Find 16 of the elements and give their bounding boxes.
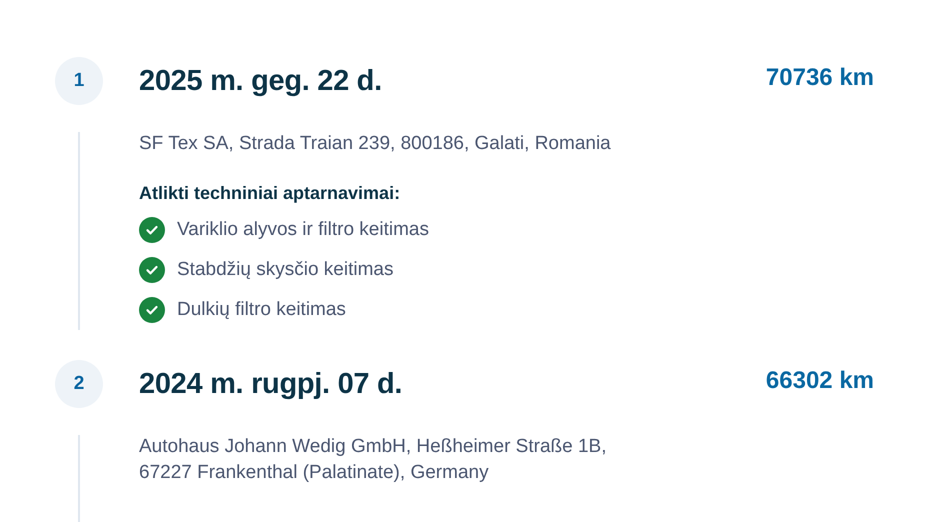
step-number: 2: [55, 360, 103, 408]
address-line: 67227 Frankenthal (Palatinate), Germany: [139, 461, 490, 485]
mileage: 66302 km: [766, 367, 874, 395]
service-item: Dulkių filtro keitimas: [177, 299, 346, 321]
service-item: Variklio alyvos ir filtro keitimas: [177, 219, 429, 241]
service-date: 2024 m. rugpj. 07 d.: [139, 368, 402, 400]
check-icon: [139, 297, 165, 323]
check-icon: [139, 217, 165, 243]
address-line: SF Tex SA, Strada Traian 239, 800186, Galati, Romania: [139, 132, 612, 156]
address-line: Autohaus Johann Wedig GmbH, Heßheimer Straße 1B,: [139, 435, 608, 459]
mileage: 70736 km: [766, 64, 874, 92]
step-number: 1: [55, 57, 103, 105]
services-heading: Atlikti techniniai aptarnavimai:: [139, 183, 402, 204]
check-icon: [139, 257, 165, 283]
service-date: 2025 m. geg. 22 d.: [139, 64, 382, 98]
service-item: Stabdžių skysčio keitimas: [177, 259, 394, 281]
